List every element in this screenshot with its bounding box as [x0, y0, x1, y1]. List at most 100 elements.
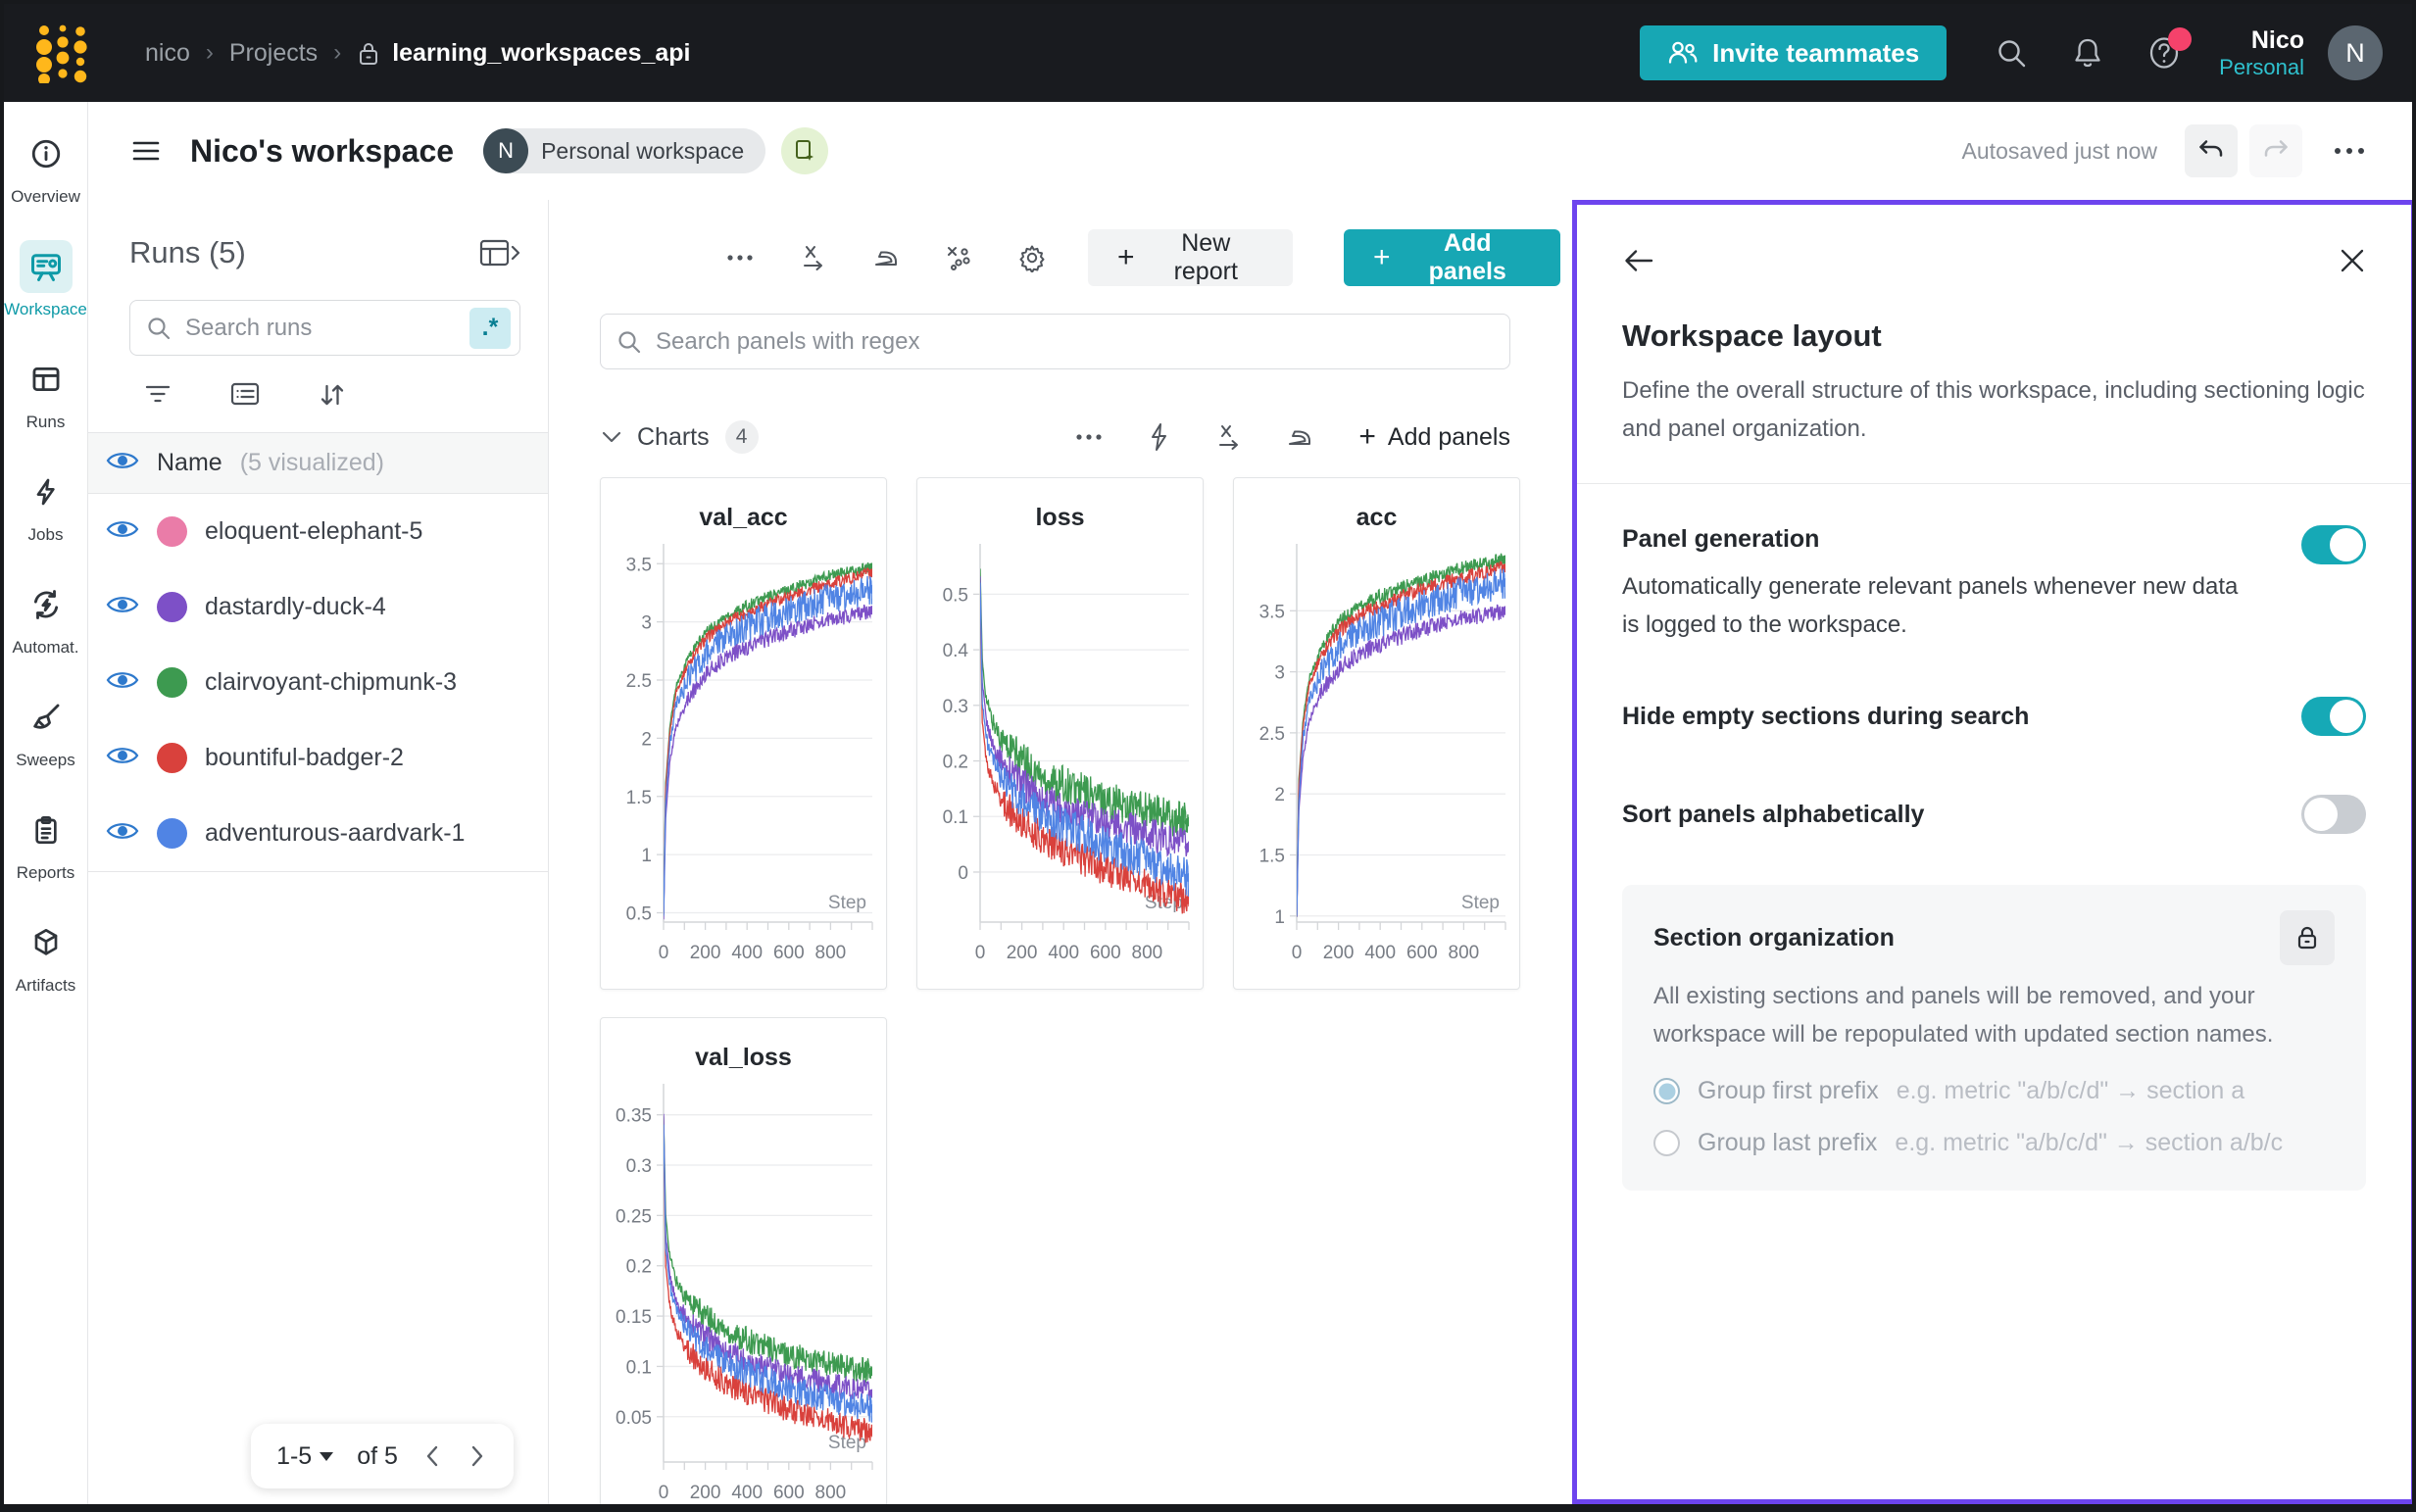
visibility-eye-icon[interactable] [106, 593, 139, 621]
sidebar-item-artifacts[interactable]: Artifacts [5, 916, 87, 996]
next-page-button[interactable] [467, 1442, 488, 1470]
panel-generation-description: Automatically generate relevant panels w… [1622, 567, 2259, 644]
page-size-select[interactable]: 1-5 [276, 1442, 333, 1471]
expand-runs-table-button[interactable] [479, 238, 520, 268]
charts-count-badge: 4 [725, 420, 759, 454]
global-search-button[interactable] [1990, 31, 2033, 74]
breadcrumb-separator: › [206, 39, 214, 67]
svg-text:600: 600 [773, 943, 805, 963]
close-icon[interactable] [2339, 247, 2366, 274]
filter-icon[interactable] [143, 381, 173, 409]
redo-button[interactable] [2249, 124, 2302, 177]
chart-panel-acc[interactable]: acc 11.522.533.50200400600800Step [1233, 477, 1520, 990]
wandb-logo-icon[interactable] [33, 23, 90, 83]
workspace-badge-label: Personal workspace [541, 138, 744, 165]
radio-group-last-prefix[interactable]: Group last prefix e.g. metric "a/b/c/d" … [1653, 1129, 2335, 1157]
bell-icon [2072, 36, 2103, 70]
visibility-all-icon[interactable] [106, 449, 139, 477]
sidebar-item-runs[interactable]: Runs [5, 353, 87, 432]
svg-text:800: 800 [1449, 943, 1480, 963]
run-row[interactable]: adventurous-aardvark-1 [88, 796, 548, 871]
chart-panel-val-loss[interactable]: val_loss 0.050.10.150.20.250.30.35020040… [600, 1017, 887, 1512]
plus-icon: + [1373, 243, 1391, 272]
runs-table-icon [20, 353, 73, 406]
undo-button[interactable] [2185, 124, 2238, 177]
spark-icon[interactable] [1147, 422, 1172, 452]
radio-group-first-prefix[interactable]: Group first prefix e.g. metric "a/b/c/d"… [1653, 1077, 2335, 1105]
page-total: of 5 [357, 1442, 398, 1471]
add-panels-button[interactable]: + Add panels [1344, 229, 1560, 286]
sparkle-doc-icon[interactable] [781, 127, 828, 174]
avatar[interactable]: N [2328, 25, 2383, 80]
runs-search-input[interactable] [185, 315, 469, 342]
svg-text:0: 0 [1292, 943, 1303, 963]
visibility-eye-icon[interactable] [106, 517, 139, 546]
prev-page-button[interactable] [421, 1442, 443, 1470]
breadcrumb-entity[interactable]: nico [145, 39, 190, 68]
run-row[interactable]: bountiful-badger-2 [88, 720, 548, 796]
notifications-button[interactable] [2066, 31, 2109, 74]
setting-sort-alpha: Sort panels alphabetically [1622, 795, 2366, 834]
section-more-icon[interactable] [1074, 432, 1104, 442]
breadcrumb-projects[interactable]: Projects [229, 39, 318, 68]
run-row[interactable]: dastardly-duck-4 [88, 569, 548, 645]
radio-icon[interactable] [1653, 1130, 1680, 1156]
hide-empty-toggle[interactable] [2301, 697, 2366, 736]
invite-teammates-button[interactable]: Invite teammates [1640, 25, 1947, 80]
panel-search-input[interactable] [656, 328, 1494, 356]
regex-toggle[interactable]: .* [469, 308, 511, 349]
section-collapse-icon[interactable] [600, 429, 623, 445]
visibility-eye-icon[interactable] [106, 819, 139, 848]
sidebar-item-overview[interactable]: Overview [5, 127, 87, 207]
sort-icon[interactable] [318, 381, 347, 409]
app-window: nico › Projects › learning_workspaces_ap… [0, 0, 2416, 1512]
sort-alpha-toggle[interactable] [2301, 795, 2366, 834]
notification-dot [2168, 27, 2192, 51]
panel-generation-toggle[interactable] [2301, 525, 2366, 564]
section-x-axis-icon[interactable] [1215, 423, 1243, 451]
clipboard-icon [20, 804, 73, 856]
svg-text:0.25: 0.25 [616, 1206, 652, 1227]
sidebar-item-automations[interactable]: Automat. [5, 578, 87, 658]
runs-column-name[interactable]: Name [157, 449, 222, 477]
user-menu[interactable]: Nico Personal [2219, 26, 2304, 79]
sidebar-item-sweeps[interactable]: Sweeps [5, 691, 87, 770]
back-icon[interactable] [1622, 246, 1655, 275]
workspace-icon [20, 240, 73, 293]
help-button[interactable] [2143, 31, 2186, 74]
sidebar-item-workspace[interactable]: Workspace [5, 240, 87, 319]
visibility-eye-icon[interactable] [106, 744, 139, 772]
breadcrumb-project[interactable]: learning_workspaces_api [357, 39, 690, 68]
svg-text:400: 400 [731, 1483, 763, 1503]
x-axis-icon[interactable] [800, 243, 827, 272]
section-organization-title: Section organization [1653, 924, 1895, 952]
chart-panel-val-acc[interactable]: val_acc 0.511.522.533.50200400600800Step [600, 477, 887, 990]
sidebar-item-reports[interactable]: Reports [5, 804, 87, 883]
svg-text:0.4: 0.4 [943, 641, 969, 661]
svg-text:0: 0 [975, 943, 986, 963]
panel-more-icon[interactable] [725, 243, 755, 272]
lock-button[interactable] [2280, 910, 2335, 965]
outliers-icon[interactable] [945, 243, 972, 272]
radio-icon[interactable] [1653, 1078, 1680, 1104]
workspace-header: Nico's workspace N Personal workspace Au… [88, 102, 2412, 200]
broom-icon [20, 691, 73, 744]
visibility-eye-icon[interactable] [106, 668, 139, 697]
columns-icon[interactable] [229, 381, 261, 409]
workspace-badge[interactable]: N Personal workspace [483, 128, 765, 173]
svg-text:400: 400 [731, 943, 763, 963]
chart-panel-loss[interactable]: loss 00.10.20.30.40.50200400600800Step [916, 477, 1204, 990]
header-more-icon[interactable] [2332, 145, 2367, 157]
menu-icon[interactable] [131, 139, 163, 163]
settings-gear-icon[interactable] [1017, 243, 1047, 272]
svg-text:0.15: 0.15 [616, 1307, 652, 1328]
section-smoothing-icon[interactable] [1286, 423, 1313, 451]
new-report-button[interactable]: + New report [1088, 229, 1293, 286]
sidebar-item-jobs[interactable]: Jobs [5, 465, 87, 545]
section-add-panels-button[interactable]: + Add panels [1358, 422, 1510, 452]
run-row[interactable]: eloquent-elephant-5 [88, 494, 548, 569]
smoothing-icon[interactable] [872, 243, 900, 272]
setting-hide-empty: Hide empty sections during search [1622, 697, 2366, 736]
run-row[interactable]: clairvoyant-chipmunk-3 [88, 645, 548, 720]
svg-text:1: 1 [1274, 907, 1285, 928]
